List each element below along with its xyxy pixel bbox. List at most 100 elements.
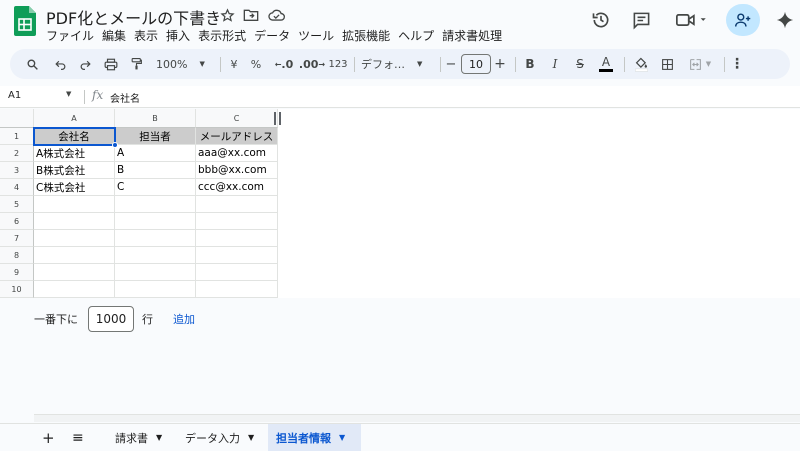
cell-c6[interactable] <box>196 213 278 230</box>
percent-format-button[interactable]: % <box>246 49 266 79</box>
decrease-decimal-button[interactable]: ← .0 <box>272 49 296 79</box>
menu-extensions[interactable]: 拡張機能 <box>342 27 396 44</box>
cell-a5[interactable] <box>34 196 115 213</box>
italic-button[interactable]: I <box>545 49 565 79</box>
add-sheet-button[interactable]: + <box>34 424 63 451</box>
row-header-7[interactable]: 7 <box>0 230 34 247</box>
menu-file[interactable]: ファイル <box>46 27 100 44</box>
cell-a3[interactable]: B株式会社 <box>34 162 115 179</box>
font-size-input[interactable]: 10 <box>461 54 491 74</box>
cell-c9[interactable] <box>196 264 278 281</box>
more-options-icon[interactable]: ⋮ <box>728 49 746 79</box>
row-header-9[interactable]: 9 <box>0 264 34 281</box>
menu-invoice-processing[interactable]: 請求書処理 <box>442 27 508 44</box>
star-icon[interactable] <box>218 6 236 24</box>
cell-b8[interactable] <box>115 247 196 264</box>
menu-tools[interactable]: ツール <box>298 27 340 44</box>
row-header-6[interactable]: 6 <box>0 213 34 230</box>
column-header-c[interactable]: C <box>196 109 278 128</box>
bold-button[interactable]: B <box>520 49 540 79</box>
document-title[interactable]: PDF化とメールの下書き <box>46 5 221 29</box>
cell-a10[interactable] <box>34 281 115 298</box>
add-rows-button[interactable]: 追加 <box>173 311 195 327</box>
cell-c3[interactable]: bbb@xx.com <box>196 162 278 179</box>
cell-a8[interactable] <box>34 247 115 264</box>
sheet-tab-invoice[interactable]: 請求書 ▼ <box>107 424 170 451</box>
cell-c7[interactable] <box>196 230 278 247</box>
cell-b7[interactable] <box>115 230 196 247</box>
horizontal-scrollbar[interactable] <box>34 414 800 422</box>
cell-c10[interactable] <box>196 281 278 298</box>
select-all-corner[interactable] <box>0 109 34 128</box>
sheet-tab-contact-info[interactable]: 担当者情報 ▼ <box>268 424 361 451</box>
cell-a9[interactable] <box>34 264 115 281</box>
chevron-down-icon[interactable]: ▼ <box>66 90 71 98</box>
cell-c1[interactable]: メールアドレス <box>196 128 278 145</box>
cell-c4[interactable]: ccc@xx.com <box>196 179 278 196</box>
cell-c8[interactable] <box>196 247 278 264</box>
row-header-2[interactable]: 2 <box>0 145 34 162</box>
currency-format-button[interactable]: ¥ <box>224 49 244 79</box>
cell-a2[interactable]: A株式会社 <box>34 145 115 162</box>
row-header-1[interactable]: 1 <box>0 128 34 145</box>
column-resize-handle[interactable] <box>279 112 281 125</box>
sheets-logo-icon[interactable] <box>14 6 36 36</box>
menu-view[interactable]: 表示 <box>134 27 164 44</box>
cell-b9[interactable] <box>115 264 196 281</box>
menu-edit[interactable]: 編集 <box>102 27 132 44</box>
cell-a6[interactable] <box>34 213 115 230</box>
number-format-button[interactable]: 123 <box>327 49 349 79</box>
cell-b6[interactable] <box>115 213 196 230</box>
fill-handle[interactable] <box>112 142 118 148</box>
column-header-b[interactable]: B <box>115 109 196 128</box>
increase-font-size-button[interactable]: + <box>492 49 508 79</box>
chevron-down-icon[interactable]: ▼ <box>248 433 254 442</box>
menu-data[interactable]: データ <box>254 27 296 44</box>
cell-b2[interactable]: A <box>115 145 196 162</box>
print-icon[interactable] <box>101 49 121 79</box>
row-header-4[interactable]: 4 <box>0 179 34 196</box>
cell-a4[interactable]: C株式会社 <box>34 179 115 196</box>
strikethrough-button[interactable]: S <box>570 49 590 79</box>
history-icon[interactable] <box>587 6 615 34</box>
all-sheets-button[interactable]: ≡ <box>64 424 92 451</box>
cell-b5[interactable] <box>115 196 196 213</box>
borders-icon[interactable] <box>657 49 677 79</box>
cell-c2[interactable]: aaa@xx.com <box>196 145 278 162</box>
paint-format-icon[interactable] <box>126 49 146 79</box>
cloud-status-icon[interactable] <box>267 6 285 24</box>
sheet-tab-data-entry[interactable]: データ入力 ▼ <box>177 424 262 451</box>
cell-c5[interactable] <box>196 196 278 213</box>
cell-b10[interactable] <box>115 281 196 298</box>
menu-insert[interactable]: 挿入 <box>166 27 196 44</box>
cell-a7[interactable] <box>34 230 115 247</box>
row-header-3[interactable]: 3 <box>0 162 34 179</box>
gemini-icon[interactable] <box>771 6 799 34</box>
comments-icon[interactable] <box>627 6 655 34</box>
redo-icon[interactable] <box>75 49 95 79</box>
name-box[interactable]: A1 <box>8 90 21 101</box>
merge-cells-icon[interactable]: ▼ <box>682 49 718 79</box>
undo-icon[interactable] <box>50 49 70 79</box>
font-family-select[interactable]: デフォ… ▼ <box>359 49 435 79</box>
decrease-font-size-button[interactable]: − <box>443 49 459 79</box>
column-header-a[interactable]: A <box>34 109 115 128</box>
zoom-select[interactable]: 100% ▼ <box>154 49 214 79</box>
menu-format[interactable]: 表示形式 <box>198 27 252 44</box>
column-resize-handle[interactable] <box>274 112 276 125</box>
cell-b4[interactable]: C <box>115 179 196 196</box>
row-header-10[interactable]: 10 <box>0 281 34 298</box>
search-icon[interactable] <box>22 49 42 79</box>
increase-decimal-button[interactable]: .00 → <box>299 49 325 79</box>
cell-b1[interactable]: 担当者 <box>115 128 196 145</box>
text-color-button[interactable]: A <box>596 49 616 79</box>
cell-b3[interactable]: B <box>115 162 196 179</box>
cell-a1[interactable]: 会社名 <box>34 128 115 145</box>
fill-color-icon[interactable] <box>630 49 652 79</box>
meet-icon[interactable] <box>673 6 713 34</box>
share-button[interactable] <box>726 4 760 36</box>
rows-count-input[interactable] <box>88 306 134 332</box>
formula-input[interactable]: 会社名 <box>110 90 140 105</box>
row-header-8[interactable]: 8 <box>0 247 34 264</box>
move-to-folder-icon[interactable] <box>242 6 260 24</box>
